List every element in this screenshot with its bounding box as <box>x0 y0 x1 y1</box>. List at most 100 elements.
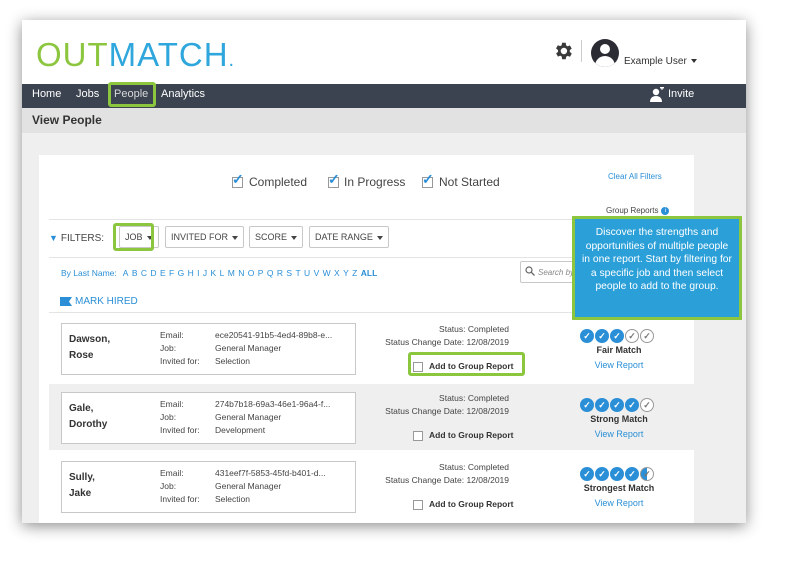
status-date-line: Status Change Date: 12/08/2019 <box>364 336 509 349</box>
score-half-icon: ✓ <box>640 467 654 481</box>
add-to-group-label: Add to Group Report <box>429 499 514 509</box>
filter-icon: ▼ <box>49 233 58 243</box>
nav-item-analytics[interactable]: Analytics <box>161 88 205 100</box>
status-date-value: 12/08/2019 <box>466 406 509 416</box>
status-label: Status: <box>439 393 466 403</box>
letter-v[interactable]: V <box>314 268 320 278</box>
check-icon: ✓ <box>422 171 434 187</box>
score-check-icon: ✓ <box>595 467 609 481</box>
letter-f[interactable]: F <box>169 268 174 278</box>
invite-button[interactable]: Invite <box>668 88 694 100</box>
letter-all[interactable]: ALL <box>361 268 378 278</box>
add-to-group-checkbox[interactable] <box>413 430 423 441</box>
letter-w[interactable]: W <box>323 268 331 278</box>
letter-i[interactable]: I <box>197 268 199 278</box>
letter-x[interactable]: X <box>334 268 340 278</box>
person-name: Dawson, Rose <box>69 332 110 364</box>
group-reports-text: Group Reports <box>606 206 659 215</box>
date-range-dropdown[interactable]: DATE RANGE <box>309 226 389 248</box>
status-date-line: Status Change Date: 12/08/2019 <box>364 474 509 487</box>
score-empty-icon: ✓ <box>640 329 654 343</box>
score-check-icon: ✓ <box>580 467 594 481</box>
avatar[interactable] <box>591 39 619 67</box>
letter-h[interactable]: H <box>188 268 194 278</box>
score-dropdown-label: SCORE <box>255 232 288 242</box>
header-divider <box>581 40 582 62</box>
view-report-link[interactable]: View Report <box>564 360 674 370</box>
letter-o[interactable]: O <box>248 268 255 278</box>
add-to-group-checkbox[interactable] <box>413 499 423 510</box>
not-started-filter-label[interactable]: Not Started <box>439 175 500 189</box>
info-icon[interactable]: i <box>661 206 670 215</box>
invite-user-icon[interactable] <box>650 87 664 103</box>
letter-k[interactable]: K <box>211 268 217 278</box>
letter-z[interactable]: Z <box>352 268 357 278</box>
view-report-link[interactable]: View Report <box>564 429 674 439</box>
letter-d[interactable]: D <box>150 268 156 278</box>
email-label: Email: <box>160 399 184 409</box>
score-indicator: ✓ ✓ ✓ ✓ ✓ <box>580 464 655 481</box>
highlight-add-to-group <box>408 352 525 376</box>
letter-y[interactable]: Y <box>343 268 349 278</box>
user-menu[interactable]: Example User <box>624 56 697 67</box>
status-value: Completed <box>467 324 509 334</box>
person-card[interactable]: Gale, Dorothy Email: Job: Invited for: 274b… <box>61 392 356 444</box>
score-check-icon: ✓ <box>610 398 624 412</box>
person-first-name: Jake <box>69 488 92 499</box>
view-report-link[interactable]: View Report <box>564 498 674 508</box>
chevron-down-icon <box>690 59 697 64</box>
status-date-value: 12/08/2019 <box>466 337 509 347</box>
letter-a[interactable]: A <box>123 268 129 278</box>
logo-text-match: MATCH <box>108 36 229 73</box>
add-to-group-label: Add to Group Report <box>429 430 514 440</box>
invited-for-dropdown[interactable]: INVITED FOR <box>165 226 245 248</box>
people-panel: ✓ Completed ✓ In Progress ✓ Not Started … <box>39 155 694 523</box>
person-last-name: Gale, <box>69 403 94 414</box>
add-to-group-report[interactable]: Add to Group Report <box>413 499 514 510</box>
invited-for-label: Invited for: <box>160 425 200 435</box>
job-value: General Manager <box>215 481 282 491</box>
letter-g[interactable]: G <box>178 268 185 278</box>
score-indicator: ✓ ✓ ✓ ✓ ✓ <box>580 326 655 343</box>
letter-l[interactable]: L <box>220 268 225 278</box>
outmatch-logo[interactable]: OUTMATCH. <box>36 36 235 74</box>
letter-s[interactable]: S <box>286 268 292 278</box>
letter-j[interactable]: J <box>203 268 207 278</box>
highlight-job-filter <box>113 223 154 251</box>
score-dropdown[interactable]: SCORE <box>249 226 304 248</box>
letter-r[interactable]: R <box>277 268 283 278</box>
person-card[interactable]: Sully, Jake Email: Job: Invited for: 431eef… <box>61 461 356 513</box>
letter-p[interactable]: P <box>258 268 264 278</box>
person-field-labels: Email: Job: Invited for: <box>160 398 200 437</box>
clear-filters-link[interactable]: Clear All Filters <box>608 172 662 181</box>
page-title: View People <box>32 113 102 127</box>
mark-hired-button[interactable]: MARK HIRED <box>75 296 138 307</box>
in-progress-filter-label[interactable]: In Progress <box>344 175 405 189</box>
letter-c[interactable]: C <box>141 268 147 278</box>
letter-m[interactable]: M <box>228 268 235 278</box>
nav-item-jobs[interactable]: Jobs <box>76 88 99 100</box>
chevron-down-icon <box>291 235 298 240</box>
date-range-dropdown-label: DATE RANGE <box>315 232 373 242</box>
letter-n[interactable]: N <box>238 268 244 278</box>
completed-filter-label[interactable]: Completed <box>249 175 307 189</box>
status-date-label: Status Change Date: <box>385 337 465 347</box>
person-row: Gale, Dorothy Email: Job: Invited for: 274b… <box>49 384 694 450</box>
score-empty-icon: ✓ <box>625 329 639 343</box>
letter-u[interactable]: U <box>304 268 310 278</box>
nav-item-home[interactable]: Home <box>32 88 61 100</box>
person-card[interactable]: Dawson, Rose Email: Job: Invited for: ece20… <box>61 323 356 375</box>
gear-icon[interactable] <box>552 40 574 62</box>
letter-t[interactable]: T <box>295 268 300 278</box>
match-label: Fair Match <box>596 345 642 355</box>
score-indicator: ✓ ✓ ✓ ✓ ✓ <box>580 395 655 412</box>
group-reports-label[interactable]: Group Reports i <box>606 206 670 215</box>
letter-e[interactable]: E <box>160 268 166 278</box>
letter-b[interactable]: B <box>132 268 138 278</box>
email-label: Email: <box>160 468 184 478</box>
letter-q[interactable]: Q <box>267 268 274 278</box>
page-title-bar: View People <box>22 108 746 133</box>
score-check-icon: ✓ <box>625 398 639 412</box>
add-to-group-report[interactable]: Add to Group Report <box>413 430 514 441</box>
chevron-down-icon <box>232 235 239 240</box>
